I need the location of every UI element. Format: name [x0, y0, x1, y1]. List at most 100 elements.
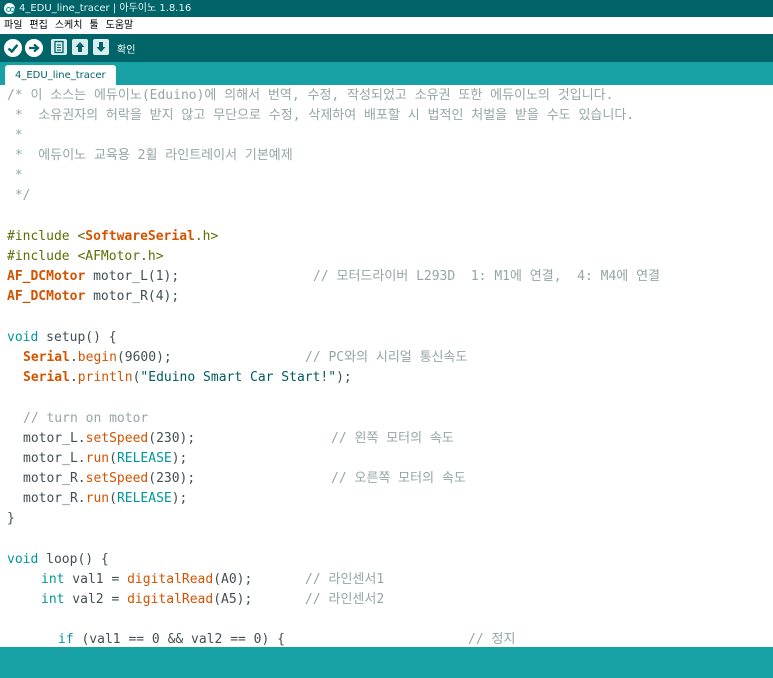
code-token: .h>: [194, 229, 219, 244]
code-line: // turn on motor: [23, 411, 149, 426]
tab-bar: 4_EDU_line_tracer: [0, 62, 773, 85]
code-line: motor_R.run(RELEASE);: [23, 489, 187, 509]
code-token: setup() {: [38, 330, 117, 345]
code-token: motor_L.: [23, 431, 86, 446]
code-token: RELEASE: [116, 491, 172, 506]
code-line: int val1 = digitalRead(A0);: [41, 570, 252, 590]
arrow-up-icon: [75, 42, 85, 52]
code-line: *: [7, 168, 23, 183]
save-sketch-button[interactable]: [93, 39, 109, 55]
code-token: (A0);: [213, 572, 253, 587]
menu-help[interactable]: 도움말: [106, 20, 134, 31]
code-token: Serial: [23, 370, 70, 385]
window-title: 4_EDU_line_tracer | 아두이노 1.8.16: [19, 3, 192, 14]
code-line: #include <AFMotor.h>: [7, 249, 164, 264]
code-token: motor_L.: [23, 451, 86, 466]
code-token: Serial: [23, 350, 70, 365]
code-token: motor_R.: [23, 491, 86, 506]
code-token: (230);: [148, 471, 196, 486]
code-comment: // 왼쪽 모터의 속도: [331, 431, 454, 446]
code-line: int val2 = digitalRead(A5);: [41, 590, 252, 610]
code-token: setSpeed: [85, 431, 149, 446]
menu-bar: 파일 편집 스케치 툴 도움말: [0, 17, 773, 34]
code-token: (: [109, 451, 117, 466]
code-line: AF_DCMotor motor_R(4);: [7, 287, 179, 307]
code-line: }: [7, 511, 15, 526]
code-line: * 소유권자의 허락을 받지 않고 무단으로 수정, 삭제하여 배포할 시 법적…: [7, 108, 635, 123]
code-token: AF_DCMotor: [7, 269, 86, 284]
code-token: );: [336, 370, 352, 385]
code-token: motor_R.: [23, 471, 86, 486]
code-token: motor_L(1);: [85, 269, 180, 284]
code-comment: // PC와의 시리얼 통신속도: [305, 350, 468, 365]
code-comment: // 정지: [468, 632, 516, 647]
status-bar: [0, 647, 773, 678]
code-token: if: [58, 632, 74, 647]
code-token: (A5);: [213, 592, 253, 607]
code-line: Serial.begin(9600);: [23, 348, 172, 368]
menu-file[interactable]: 파일: [4, 20, 22, 31]
code-token: SoftwareSerial: [85, 229, 195, 244]
code-token: .: [69, 370, 78, 385]
menu-sketch[interactable]: 스케치: [55, 20, 83, 31]
code-line: void setup() {: [7, 328, 117, 348]
code-token: .: [69, 350, 78, 365]
code-token: (230);: [148, 431, 196, 446]
menu-tools[interactable]: 툴: [89, 20, 98, 31]
code-token: val1 =: [64, 572, 128, 587]
code-token: void: [7, 552, 39, 567]
code-comment: // 모터드라이버 L293D 1: M1에 연결, 4: M4에 연결: [313, 269, 661, 284]
code-line: /* 이 소스는 에듀이노(Eduino)에 의해서 번역, 수정, 작성되었고…: [7, 88, 614, 103]
code-line: motor_R.setSpeed(230);: [23, 469, 195, 489]
code-token: );: [171, 451, 188, 466]
code-comment: // 오른쪽 모터의 속도: [331, 471, 466, 486]
code-token: );: [171, 491, 188, 506]
verify-button[interactable]: [4, 39, 22, 57]
menu-edit[interactable]: 편집: [29, 20, 47, 31]
code-token: int: [41, 572, 65, 587]
code-token: "Eduino Smart Car Start!": [140, 370, 337, 385]
code-token: digitalRead: [127, 572, 214, 587]
code-token: println: [77, 370, 133, 385]
arrow-down-icon: [96, 42, 106, 52]
code-token: void: [7, 330, 39, 345]
code-token: val2 =: [64, 592, 128, 607]
arrow-right-icon: [29, 43, 40, 53]
code-line: */: [7, 188, 31, 203]
code-token: RELEASE: [116, 451, 172, 466]
toolbar: 확인: [0, 34, 773, 62]
code-line: #include <SoftwareSerial.h>: [7, 227, 218, 247]
code-token: motor_R(4);: [85, 289, 180, 304]
window-titlebar: 4_EDU_line_tracer | 아두이노 1.8.16: [0, 0, 773, 17]
code-line: Serial.println("Eduino Smart Car Start!"…: [23, 368, 352, 388]
new-file-icon: [54, 40, 64, 54]
code-token: loop() {: [38, 552, 109, 567]
code-line: motor_L.setSpeed(230);: [23, 429, 195, 449]
code-line: void loop() {: [7, 550, 109, 570]
code-token: digitalRead: [127, 592, 214, 607]
code-line: if (val1 == 0 && val2 == 0) {: [58, 630, 285, 647]
code-token: (val1 == 0 && val2 == 0) {: [73, 632, 285, 647]
new-sketch-button[interactable]: [51, 39, 67, 55]
code-editor[interactable]: /* 이 소스는 에듀이노(Eduino)에 의해서 번역, 수정, 작성되었고…: [0, 85, 773, 647]
code-line: motor_L.run(RELEASE);: [23, 449, 187, 469]
code-line: * 에듀이노 교육용 2휠 라인트레이서 기본예제: [7, 148, 293, 163]
code-token: (9600);: [116, 350, 172, 365]
arduino-logo-icon: [4, 3, 15, 14]
open-sketch-button[interactable]: [72, 39, 88, 55]
checkmark-icon: [7, 44, 19, 54]
code-token: run: [85, 451, 110, 466]
code-token: (: [109, 491, 117, 506]
code-comment: // 라인센서1: [305, 572, 385, 587]
code-token: int: [41, 592, 65, 607]
code-comment: // 라인센서2: [305, 592, 385, 607]
upload-button[interactable]: [25, 39, 43, 57]
code-line: *: [7, 128, 23, 143]
code-token: setSpeed: [85, 471, 149, 486]
code-token: begin: [77, 350, 117, 365]
code-line: AF_DCMotor motor_L(1);: [7, 267, 179, 287]
code-token: #include <: [7, 229, 86, 244]
code-token: AF_DCMotor: [7, 289, 86, 304]
toolbar-status-label: 확인: [117, 45, 136, 56]
tab-sketch[interactable]: 4_EDU_line_tracer: [5, 65, 116, 85]
